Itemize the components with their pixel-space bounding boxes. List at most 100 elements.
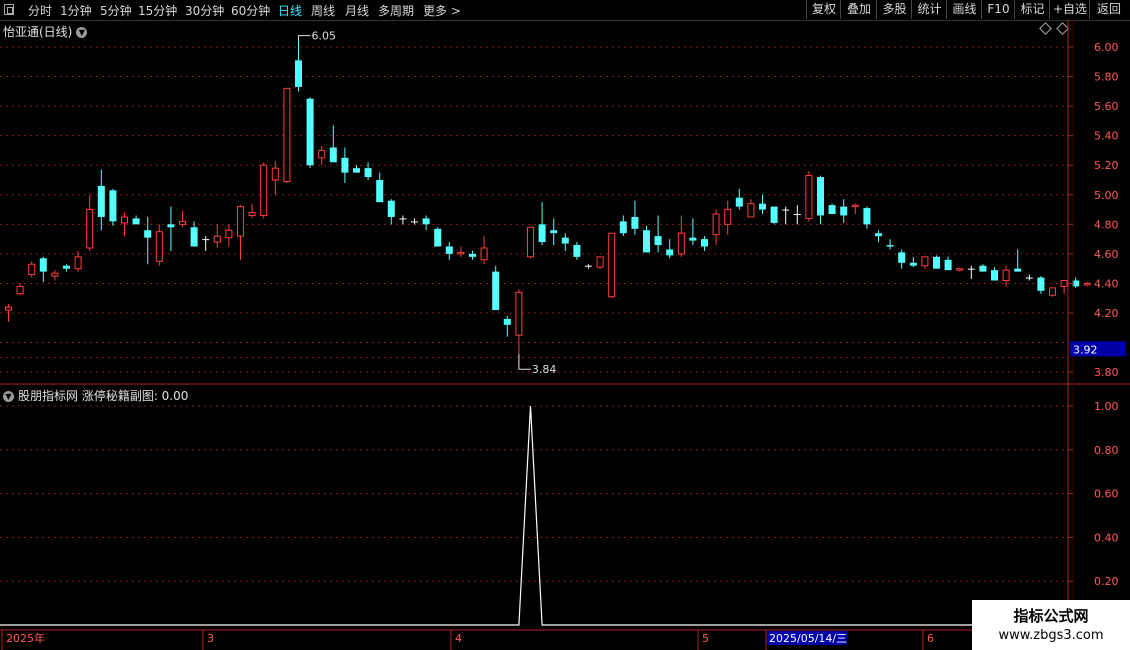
candle-body bbox=[364, 168, 372, 178]
candle-body bbox=[689, 237, 697, 241]
price-tick-label: 4.60 bbox=[1094, 248, 1119, 261]
candle-body bbox=[39, 258, 47, 272]
chevron-down-icon[interactable]: ▼ bbox=[76, 27, 88, 38]
candle-body bbox=[492, 271, 500, 311]
candle-body bbox=[840, 206, 848, 216]
stock-title-text: 怡亚通(日线) bbox=[3, 25, 73, 39]
candle-body bbox=[851, 204, 859, 208]
candle-body bbox=[666, 249, 674, 256]
checkbox-icon[interactable] bbox=[4, 4, 14, 15]
low-label: 3.84 bbox=[532, 363, 557, 376]
chevron-down-icon[interactable]: ▼ bbox=[3, 391, 14, 402]
tab-5min[interactable]: 5分钟 bbox=[100, 2, 132, 19]
candle-body bbox=[399, 218, 407, 220]
f10-button[interactable]: F10 bbox=[981, 0, 1015, 19]
tab-monthly[interactable]: 月线 bbox=[345, 2, 369, 19]
overlay-button[interactable]: 叠加 bbox=[840, 0, 877, 19]
tab-weekly[interactable]: 周线 bbox=[311, 2, 335, 19]
candle-body bbox=[724, 209, 732, 225]
candle-body bbox=[28, 263, 36, 276]
candle-body bbox=[353, 168, 360, 173]
candle-body bbox=[16, 285, 24, 295]
tab-15min[interactable]: 15分钟 bbox=[138, 2, 177, 19]
tab-more[interactable]: 更多 > bbox=[423, 2, 461, 19]
candles-layer: 6.05 3.84 bbox=[5, 30, 1091, 376]
tab-daily[interactable]: 日线 bbox=[278, 2, 302, 19]
tab-multi-period[interactable]: 多周期 bbox=[378, 2, 414, 19]
indicator-tick-label: 0.60 bbox=[1094, 488, 1119, 501]
multi-stock-button[interactable]: 多股 bbox=[876, 0, 912, 19]
indicator-title[interactable]: ▼ 股朋指标网 涨停秘籍副图: 0.00 bbox=[3, 387, 188, 404]
price-tick-label: 5.20 bbox=[1094, 159, 1119, 172]
candle-body bbox=[1083, 282, 1091, 286]
drawing-button[interactable]: 画线 bbox=[946, 0, 982, 19]
indicator-tick-label: 0.20 bbox=[1094, 575, 1119, 588]
candle-body bbox=[631, 216, 639, 229]
watermark-url: www.zbgs3.com bbox=[998, 628, 1104, 643]
candle-body bbox=[747, 203, 755, 218]
candle-body bbox=[608, 232, 616, 298]
tab-1min[interactable]: 1分钟 bbox=[60, 2, 92, 19]
candle-body bbox=[1014, 268, 1022, 272]
candle-body bbox=[1049, 287, 1056, 296]
candle-body bbox=[701, 239, 708, 247]
candle-body bbox=[979, 265, 987, 272]
candle-body bbox=[550, 230, 558, 234]
axes-layer: 6.00 5.80 5.60 5.40 5.20 5.00 4.80 4.60 4.40 4.20… bbox=[0, 20, 1130, 650]
candle-body bbox=[817, 177, 824, 216]
candle-body bbox=[793, 213, 801, 215]
candle-body bbox=[782, 209, 790, 211]
candle-body bbox=[237, 206, 244, 237]
candle-body bbox=[561, 237, 569, 244]
watermark-title: 指标公式网 bbox=[1013, 607, 1089, 625]
candle-body bbox=[828, 205, 836, 214]
candle-body bbox=[411, 221, 418, 223]
candle-body bbox=[97, 185, 105, 217]
price-tick-label: 5.40 bbox=[1094, 130, 1119, 143]
fuquan-button[interactable]: 复权 bbox=[806, 0, 841, 19]
candle-body bbox=[712, 213, 720, 236]
candle-body bbox=[306, 98, 314, 166]
candle-body bbox=[318, 149, 326, 159]
candle-body bbox=[573, 245, 581, 257]
candle-body bbox=[329, 147, 337, 163]
statistics-button[interactable]: 统计 bbox=[911, 0, 947, 19]
tab-fenshi[interactable]: 分时 bbox=[28, 2, 52, 19]
stock-title[interactable]: 怡亚通(日线) ▼ bbox=[3, 23, 88, 40]
diamond-icon[interactable] bbox=[1039, 22, 1052, 35]
indicator-tick-label: 1.00 bbox=[1094, 400, 1119, 413]
candle-body bbox=[271, 167, 279, 181]
tab-30min[interactable]: 30分钟 bbox=[185, 2, 224, 19]
cursor-date-box bbox=[767, 631, 847, 645]
candle-body bbox=[770, 206, 778, 223]
candle-body bbox=[155, 231, 163, 262]
candle-body bbox=[86, 209, 94, 249]
mark-button[interactable]: 标记 bbox=[1014, 0, 1050, 19]
current-price-label: 3.92 bbox=[1073, 343, 1098, 356]
candle-body bbox=[387, 200, 395, 217]
date-label: 4 bbox=[455, 632, 462, 645]
candle-body bbox=[991, 270, 998, 281]
candle-body bbox=[967, 268, 975, 270]
candle-body bbox=[248, 212, 256, 216]
candle-body bbox=[654, 236, 662, 246]
candle-body bbox=[167, 224, 175, 228]
candle-body bbox=[944, 259, 952, 271]
candle-body bbox=[1072, 280, 1080, 287]
candle-body bbox=[341, 157, 349, 173]
add-watchlist-button[interactable]: +自选 bbox=[1049, 0, 1090, 19]
price-tick-label: 3.80 bbox=[1094, 366, 1119, 379]
high-label: 6.05 bbox=[312, 30, 337, 43]
candle-body bbox=[213, 235, 221, 243]
candle-body bbox=[51, 272, 59, 277]
candle-body bbox=[109, 190, 117, 222]
candle-body bbox=[283, 87, 291, 182]
date-label: 2025年 bbox=[6, 631, 45, 645]
candle-body bbox=[898, 252, 906, 263]
indicator-layer bbox=[0, 405, 1088, 626]
date-label: 5 bbox=[702, 632, 709, 645]
diamond-icon[interactable] bbox=[1056, 22, 1069, 35]
price-tick-label: 4.80 bbox=[1094, 218, 1119, 231]
tab-60min[interactable]: 60分钟 bbox=[231, 2, 270, 19]
back-button[interactable]: 返回 bbox=[1089, 0, 1128, 19]
